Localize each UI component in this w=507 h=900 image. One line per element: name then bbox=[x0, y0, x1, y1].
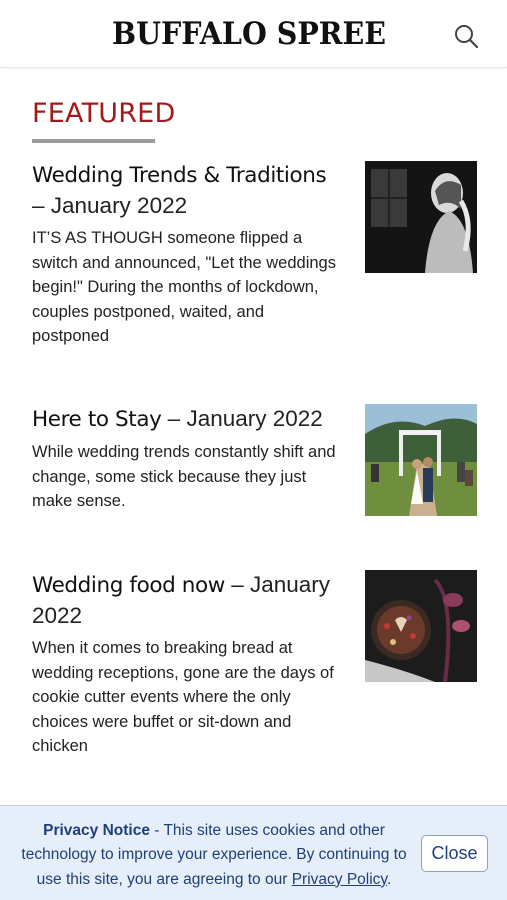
article-thumbnail[interactable] bbox=[365, 570, 477, 682]
section-title-underline bbox=[32, 139, 155, 143]
article-text: Here to Stay – January 2022 While weddin… bbox=[32, 404, 344, 514]
article-text: Wedding food now – January 2022 When it … bbox=[32, 570, 344, 759]
privacy-notice-text: Privacy Notice - This site uses cookies … bbox=[18, 819, 410, 892]
article-headline: Here to Stay – January 2022 bbox=[32, 404, 344, 435]
article-excerpt: When it comes to breaking bread at weddi… bbox=[32, 639, 334, 756]
privacy-notice-banner: Privacy Notice - This site uses cookies … bbox=[0, 805, 507, 900]
article-excerpt: While wedding trends constantly shift an… bbox=[32, 443, 336, 511]
article-excerpt: IT’S AS THOUGH someone flipped a switch … bbox=[32, 229, 336, 346]
article-date: – January 2022 bbox=[32, 193, 188, 218]
article-thumbnail[interactable] bbox=[365, 404, 477, 516]
site-header: BUFFALO SPREE bbox=[0, 0, 507, 68]
privacy-notice-end: . bbox=[387, 870, 392, 888]
article-title-link[interactable]: Wedding food now bbox=[32, 573, 225, 598]
article-date: – January 2022 bbox=[161, 406, 323, 431]
article-headline: Wedding Trends & Traditions – January 20… bbox=[32, 160, 344, 221]
article-headline: Wedding food now – January 2022 bbox=[32, 570, 344, 631]
section-title: FEATURED bbox=[32, 98, 176, 129]
search-icon bbox=[455, 25, 479, 49]
article-title-link[interactable]: Here to Stay bbox=[32, 407, 162, 432]
article-thumbnail[interactable] bbox=[365, 161, 477, 273]
site-logo[interactable]: BUFFALO SPREE bbox=[112, 14, 386, 54]
close-button[interactable]: Close bbox=[421, 835, 488, 872]
article-title-link[interactable]: Wedding Trends & Traditions bbox=[32, 163, 327, 188]
search-button[interactable] bbox=[452, 22, 480, 50]
article-text: Wedding Trends & Traditions – January 20… bbox=[32, 160, 344, 349]
privacy-policy-link[interactable]: Privacy Policy bbox=[292, 871, 387, 888]
privacy-notice-label: Privacy Notice bbox=[43, 822, 150, 839]
